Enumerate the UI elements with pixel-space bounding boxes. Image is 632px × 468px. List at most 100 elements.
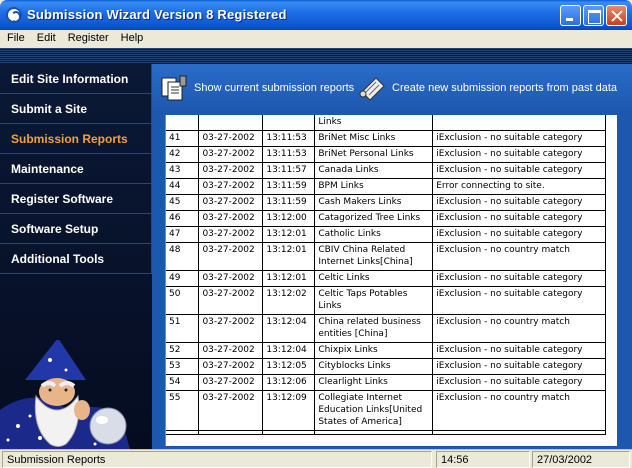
status-date: 27/03/2002 xyxy=(532,451,630,468)
nav-software-setup[interactable]: Software Setup xyxy=(0,214,152,244)
table-row[interactable]: 46 03-27-2002 13:12:00 Catagorized Tree Lin… xyxy=(166,210,606,227)
site-name-cell xyxy=(314,430,434,435)
menu-register[interactable]: Register xyxy=(62,30,115,48)
time-cell: 13:12:01 xyxy=(262,270,316,287)
time-cell: 13:12:00 xyxy=(262,210,316,227)
menu-bar: File Edit Register Help xyxy=(0,30,632,48)
site-name-cell: Chixpix Links xyxy=(314,342,434,359)
site-name-cell: BPM Links xyxy=(314,178,434,195)
table-row[interactable] xyxy=(166,430,606,435)
site-name-cell: Catagorized Tree Links xyxy=(314,210,434,227)
status-message: Submission Reports xyxy=(2,451,432,468)
table-row[interactable]: 43 03-27-2002 13:11:57 Canada Links iExclusi… xyxy=(166,162,606,179)
nav-maintenance[interactable]: Maintenance xyxy=(0,154,152,184)
row-number-cell: 52 xyxy=(166,342,200,359)
row-number-cell: 42 xyxy=(166,146,200,163)
app-icon[interactable] xyxy=(6,7,22,23)
time-cell: 13:12:01 xyxy=(262,242,316,271)
site-name-cell: BriNet Misc Links xyxy=(314,130,434,147)
date-cell: 03-27-2002 xyxy=(198,286,264,315)
result-cell: iExclusion - no suitable category xyxy=(432,270,606,287)
row-number-cell: 40 xyxy=(166,115,200,131)
date-cell: 03-27-2002 xyxy=(198,342,264,359)
table-row[interactable]: 48 03-27-2002 13:12:01 CBIV China Related I… xyxy=(166,242,606,271)
site-name-cell: Canada Links xyxy=(314,162,434,179)
result-cell: iExclusion - no country match xyxy=(432,390,606,431)
row-number-cell xyxy=(166,430,200,435)
nav-submission-reports[interactable]: Submission Reports xyxy=(0,124,152,154)
status-bar: Submission Reports 14:56 27/03/2002 xyxy=(0,449,632,468)
site-name-cell: Cash Makers Links xyxy=(314,194,434,211)
result-cell: iExclusion - no suitable category xyxy=(432,374,606,391)
table-row[interactable]: 55 03-27-2002 13:12:09 Collegiate Internet … xyxy=(166,390,606,431)
time-cell: 13:11:57 xyxy=(262,162,316,179)
date-cell: 03-27-2002 xyxy=(198,390,264,431)
result-cell: iExclusion - no suitable category xyxy=(432,115,606,131)
status-time: 14:56 xyxy=(436,451,530,468)
date-cell: 03-27-2002 xyxy=(198,130,264,147)
show-current-reports-label: Show current submission reports xyxy=(194,82,355,94)
row-number-cell: 51 xyxy=(166,314,200,343)
table-row[interactable]: 42 03-27-2002 13:11:53 BriNet Personal Link… xyxy=(166,146,606,163)
table-row[interactable]: 47 03-27-2002 13:12:01 Catholic Links iExclu… xyxy=(166,226,606,243)
time-cell: 13:12:02 xyxy=(262,286,316,315)
result-cell: iExclusion - no suitable category xyxy=(432,130,606,147)
menu-edit[interactable]: Edit xyxy=(31,30,62,48)
header-band xyxy=(0,48,632,64)
table-row[interactable]: 41 03-27-2002 13:11:53 BriNet Misc Links iEx… xyxy=(166,130,606,147)
nav-register-software[interactable]: Register Software xyxy=(0,184,152,214)
result-cell: iExclusion - no suitable category xyxy=(432,358,606,375)
row-number-cell: 53 xyxy=(166,358,200,375)
table-row[interactable]: 50 03-27-2002 13:12:02 Celtic Taps Potables… xyxy=(166,286,606,315)
report-grid[interactable]: 4003-27-200213:11:53BriNet Entertainment… xyxy=(165,115,617,446)
date-cell: 03-27-2002 xyxy=(198,210,264,227)
menu-file[interactable]: File xyxy=(0,30,31,48)
table-row[interactable]: 52 03-27-2002 13:12:04 Chixpix Links iExclus… xyxy=(166,342,606,359)
site-name-cell: China related business entities [China] xyxy=(314,314,434,343)
table-row[interactable]: 44 03-27-2002 13:11:59 BPM Links Error conne… xyxy=(166,178,606,195)
nav-additional-tools[interactable]: Additional Tools xyxy=(0,244,152,274)
site-name-cell: Collegiate Internet Education Links[Unit… xyxy=(314,390,434,431)
maximize-button[interactable] xyxy=(583,5,604,26)
table-row[interactable]: 49 03-27-2002 13:12:01 Celtic Links iExclusi… xyxy=(166,270,606,287)
result-cell: iExclusion - no suitable category xyxy=(432,194,606,211)
site-name-cell: Catholic Links xyxy=(314,226,434,243)
show-current-reports-button[interactable]: Show current submission reports xyxy=(160,74,354,102)
time-cell: 13:12:04 xyxy=(262,342,316,359)
report-sheets-icon xyxy=(161,75,187,101)
time-cell: 13:12:04 xyxy=(262,314,316,343)
menu-help[interactable]: Help xyxy=(115,30,150,48)
scroll-quill-icon xyxy=(359,77,385,101)
minimize-button[interactable] xyxy=(560,5,581,26)
result-cell: iExclusion - no suitable category xyxy=(432,226,606,243)
time-cell: 13:11:59 xyxy=(262,194,316,211)
table-row[interactable]: 4003-27-200213:11:53BriNet Entertainment… xyxy=(166,115,606,131)
nav-submit-a-site[interactable]: Submit a Site xyxy=(0,94,152,124)
report-panel: 4003-27-200213:11:53BriNet Entertainment… xyxy=(152,112,632,449)
time-cell: 13:12:09 xyxy=(262,390,316,431)
result-cell: iExclusion - no suitable category xyxy=(432,146,606,163)
left-nav: Edit Site Information Submit a Site Subm… xyxy=(0,64,152,449)
table-row[interactable]: 54 03-27-2002 13:12:06 Clearlight Links iExc… xyxy=(166,374,606,391)
table-row[interactable]: 53 03-27-2002 13:12:05 Cityblocks Links iExc… xyxy=(166,358,606,375)
date-cell: 03-27-2002 xyxy=(198,178,264,195)
time-cell: 13:11:53 xyxy=(262,130,316,147)
row-number-cell: 50 xyxy=(166,286,200,315)
nav-edit-site-information[interactable]: Edit Site Information xyxy=(0,64,152,94)
create-new-reports-button[interactable]: Create new submission reports from past … xyxy=(358,74,617,102)
report-table: 4003-27-200213:11:53BriNet Entertainment… xyxy=(166,115,606,435)
title-bar[interactable]: Submission Wizard Version 8 Registered xyxy=(0,0,632,30)
result-cell xyxy=(432,430,606,435)
table-row[interactable]: 45 03-27-2002 13:11:59 Cash Makers Links iEx… xyxy=(166,194,606,211)
date-cell: 03-27-2002 xyxy=(198,115,264,131)
create-new-reports-label: Create new submission reports from past … xyxy=(392,82,617,94)
result-cell: iExclusion - no suitable category xyxy=(432,162,606,179)
close-button[interactable] xyxy=(606,5,627,26)
site-name-cell: Celtic Taps Potables Links xyxy=(314,286,434,315)
row-number-cell: 44 xyxy=(166,178,200,195)
date-cell xyxy=(198,430,264,435)
table-row[interactable]: 51 03-27-2002 13:12:04 China related busine… xyxy=(166,314,606,343)
date-cell: 03-27-2002 xyxy=(198,226,264,243)
result-cell: iExclusion - no suitable category xyxy=(432,286,606,315)
row-number-cell: 49 xyxy=(166,270,200,287)
